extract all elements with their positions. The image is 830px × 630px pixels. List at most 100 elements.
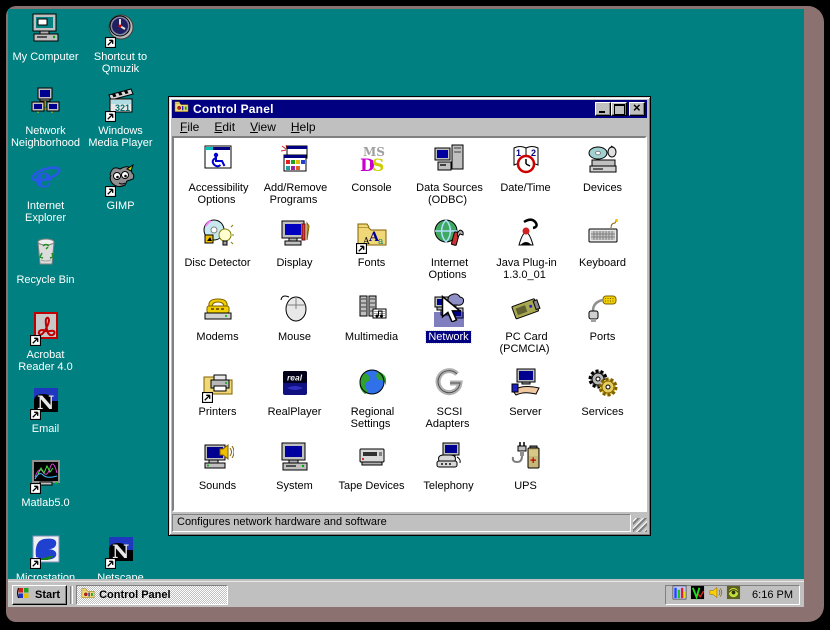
cp-item-ups[interactable]: + UPS	[488, 441, 563, 492]
cp-item-accessibility-options[interactable]: Accessibility Options	[180, 143, 255, 206]
monitor-bezel: My ComputerShortcut to QmuzikNetwork Nei…	[6, 6, 824, 622]
taskbar-divider	[70, 586, 73, 604]
cp-item-label: Keyboard	[565, 257, 640, 269]
cp-item-devices[interactable]: Devices	[565, 143, 640, 194]
cp-item-label: Date/Time	[488, 182, 563, 194]
realplayer-icon: real	[279, 367, 311, 399]
minimize-button[interactable]	[595, 102, 611, 116]
shortcut-arrow-icon	[30, 558, 41, 569]
internet-explorer-icon: e	[30, 180, 62, 197]
resource-meter-icon	[672, 585, 687, 600]
cp-item-console[interactable]: MSDS Console	[334, 143, 409, 194]
cp-item-modems[interactable]: Modems	[180, 292, 255, 343]
display-settings-icon	[726, 585, 741, 600]
regional-settings-icon	[356, 386, 388, 403]
desktop-icon-acrobat-reader-4-0[interactable]: Acrobat Reader 4.0	[9, 310, 82, 373]
fonts-icon: AaA	[356, 237, 388, 254]
volume-icon	[708, 585, 723, 600]
menu-file[interactable]: File	[173, 119, 207, 136]
cp-item-sounds[interactable]: Sounds	[180, 441, 255, 492]
keyboard-icon	[587, 237, 619, 254]
start-label: Start	[35, 589, 60, 601]
virus-shield-icon[interactable]	[690, 585, 705, 605]
cp-item-label: Accessibility Options	[180, 182, 255, 206]
cp-item-label: Console	[334, 182, 409, 194]
netscape-icon: N	[30, 403, 62, 420]
volume-icon[interactable]	[708, 585, 723, 605]
resource-meter-icon[interactable]	[672, 585, 687, 605]
start-button[interactable]: Start	[12, 585, 67, 605]
ups-icon: +	[510, 441, 542, 473]
java-icon	[510, 218, 542, 250]
display-settings-icon[interactable]	[726, 585, 741, 605]
maximize-button[interactable]	[611, 102, 627, 116]
cp-item-java-plug-in-1-3-0-01[interactable]: Java Plug-in 1.3.0_01	[488, 218, 563, 281]
control-panel-folder-icon	[174, 99, 189, 119]
tape-devices-icon	[356, 460, 388, 477]
close-button[interactable]	[629, 102, 645, 116]
cp-item-services[interactable]: Services	[565, 367, 640, 418]
clock-gauge-icon	[105, 31, 137, 48]
desktop-icon-network-neighborhood[interactable]: Network Neighborhood	[9, 86, 82, 149]
desktop-icon-internet-explorer[interactable]: eInternet Explorer	[9, 161, 82, 224]
cp-item-label: Ports	[565, 331, 640, 343]
svg-text:+: +	[530, 455, 536, 467]
cp-item-regional-settings[interactable]: Regional Settings	[334, 367, 409, 430]
titlebar[interactable]: Control Panel	[172, 100, 647, 118]
desktop-icon-microstation[interactable]: Microstation	[9, 533, 82, 584]
resize-grip-icon[interactable]	[633, 518, 647, 532]
close-icon	[630, 103, 644, 115]
scsi-adapters-icon	[433, 386, 465, 403]
shortcut-arrow-icon	[30, 335, 41, 346]
cp-item-fonts[interactable]: AaAFonts	[334, 218, 409, 269]
cp-item-mouse[interactable]: Mouse	[257, 292, 332, 343]
cp-item-label: Devices	[565, 182, 640, 194]
menu-help[interactable]: Help	[284, 119, 324, 136]
cp-item-add-remove-programs[interactable]: Add/Remove Programs	[257, 143, 332, 206]
cp-item-label: Disc Detector	[180, 257, 255, 269]
mouse-icon	[279, 311, 311, 328]
cp-item-internet-options[interactable]: Internet Options	[411, 218, 486, 281]
cp-item-system[interactable]: System	[257, 441, 332, 492]
menu-edit[interactable]: Edit	[207, 119, 243, 136]
desktop-icon-matlab5-0[interactable]: Matlab5.0	[9, 458, 82, 509]
cp-item-scsi-adapters[interactable]: SCSI Adapters	[411, 367, 486, 430]
cp-item-telephony[interactable]: Telephony	[411, 441, 486, 492]
cp-item-label: Internet Options	[411, 257, 486, 281]
services-icon	[587, 386, 619, 403]
console-icon: MSDS	[356, 162, 388, 179]
cp-item-server[interactable]: Server	[488, 367, 563, 418]
media-player-icon: 321	[105, 105, 137, 122]
cp-item-data-sources-odbc-[interactable]: Data Sources (ODBC)	[411, 143, 486, 206]
cp-item-tape-devices[interactable]: Tape Devices	[334, 441, 409, 492]
cp-item-display[interactable]: Display	[257, 218, 332, 269]
menu-view[interactable]: View	[243, 119, 284, 136]
cp-item-disc-detector[interactable]: Disc Detector	[180, 218, 255, 269]
recycle-bin-icon	[30, 235, 62, 267]
display-icon	[279, 237, 311, 254]
taskbar-clock[interactable]: 6:16 PM	[752, 589, 793, 601]
desktop-icon-recycle-bin[interactable]: Recycle Bin	[9, 235, 82, 286]
pc-card-icon	[510, 311, 542, 328]
cp-item-label: Services	[565, 406, 640, 418]
cp-item-keyboard[interactable]: Keyboard	[565, 218, 640, 269]
icon-view: Accessibility OptionsAdd/Remove Programs…	[172, 136, 647, 512]
cp-item-date-time[interactable]: 12Date/Time	[488, 143, 563, 194]
cp-item-printers[interactable]: Printers	[180, 367, 255, 418]
desktop-icon-email[interactable]: NEmail	[9, 384, 82, 435]
cp-item-realplayer[interactable]: realRealPlayer	[257, 367, 332, 418]
desktop-icon-netscape[interactable]: NNetscape	[84, 533, 157, 584]
desktop-icon-windows-media-player[interactable]: 321Windows Media Player	[84, 86, 157, 149]
desktop-icon-gimp[interactable]: GIMP	[84, 161, 157, 212]
cp-item-pc-card-pcmcia-[interactable]: PC Card (PCMCIA)	[488, 292, 563, 355]
system-tray: 6:16 PM	[665, 585, 800, 605]
cp-item-label: Sounds	[180, 480, 255, 492]
cp-item-multimedia[interactable]: Multimedia	[334, 292, 409, 343]
desktop-icon-shortcut-to-qmuzik[interactable]: Shortcut to Qmuzik	[84, 12, 157, 75]
cp-item-label: UPS	[488, 480, 563, 492]
cp-item-ports[interactable]: Ports	[565, 292, 640, 343]
taskbar-task-control-panel[interactable]: Control Panel	[76, 585, 228, 605]
devices-icon	[587, 143, 619, 175]
desktop-icon-my-computer[interactable]: My Computer	[9, 12, 82, 63]
windows-flag-icon	[16, 585, 32, 604]
